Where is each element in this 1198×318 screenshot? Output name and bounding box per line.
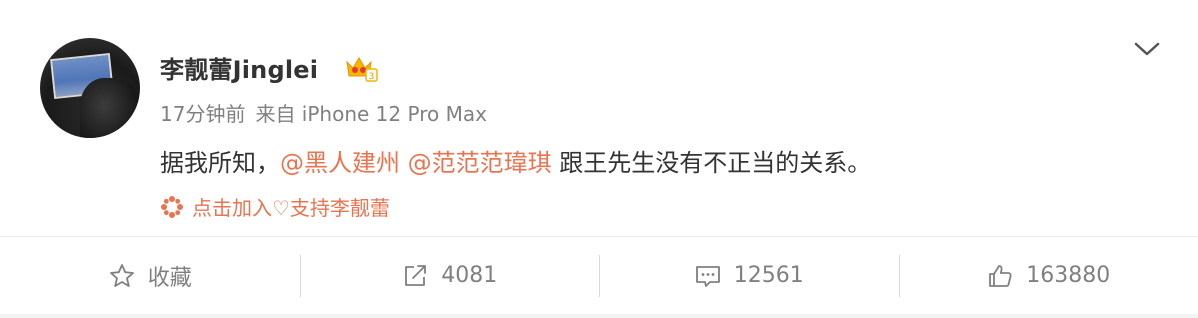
username[interactable]: 李靓蕾Jinglei xyxy=(160,50,318,85)
comment-count: 12561 xyxy=(733,263,804,288)
avatar[interactable] xyxy=(40,38,140,138)
content-prefix: 据我所知， xyxy=(160,149,280,177)
crown-badge-icon[interactable]: 3 xyxy=(344,54,378,82)
favorite-label: 收藏 xyxy=(147,265,192,291)
support-link[interactable]: 点击加入♡支持李靓蕾 xyxy=(160,192,390,221)
repost-button[interactable]: 4081 xyxy=(299,237,600,314)
action-bar: 收藏 4081 12561 163880 xyxy=(0,237,1198,314)
like-count: 163880 xyxy=(1026,263,1111,288)
favorite-button[interactable]: 收藏 xyxy=(0,237,300,314)
bottom-border xyxy=(0,314,1198,318)
flower-icon xyxy=(161,195,183,218)
comment-icon xyxy=(695,265,720,287)
post-meta: 17分钟前 来自 iPhone 12 Pro Max xyxy=(160,98,497,127)
weibo-post-card: 李靓蕾Jinglei 3 17分钟前 来自 iPhone 12 Pro Max 据… xyxy=(0,0,1198,318)
thumbs-up-icon xyxy=(989,264,1012,287)
avatar-figure xyxy=(80,78,140,138)
post-source: 来自 iPhone 12 Pro Max xyxy=(255,102,487,126)
share-icon xyxy=(405,264,427,286)
support-text: 点击加入♡支持李靓蕾 xyxy=(192,196,390,220)
comment-button[interactable]: 12561 xyxy=(599,237,899,314)
chevron-down-icon[interactable] xyxy=(1133,40,1161,58)
mention-link-1[interactable]: @黑人建州 xyxy=(280,149,400,177)
repost-count: 4081 xyxy=(441,263,498,288)
post-time[interactable]: 17分钟前 xyxy=(160,102,245,126)
svg-text:3: 3 xyxy=(369,72,375,82)
mention-link-2[interactable]: @范范范瑋琪 xyxy=(408,149,552,177)
post-content: 据我所知，@黑人建州 @范范范瑋琪 跟王先生没有不正当的关系。 xyxy=(160,143,871,178)
content-suffix: 跟王先生没有不正当的关系。 xyxy=(551,149,872,177)
like-button[interactable]: 163880 xyxy=(898,237,1198,314)
star-icon xyxy=(109,263,134,287)
